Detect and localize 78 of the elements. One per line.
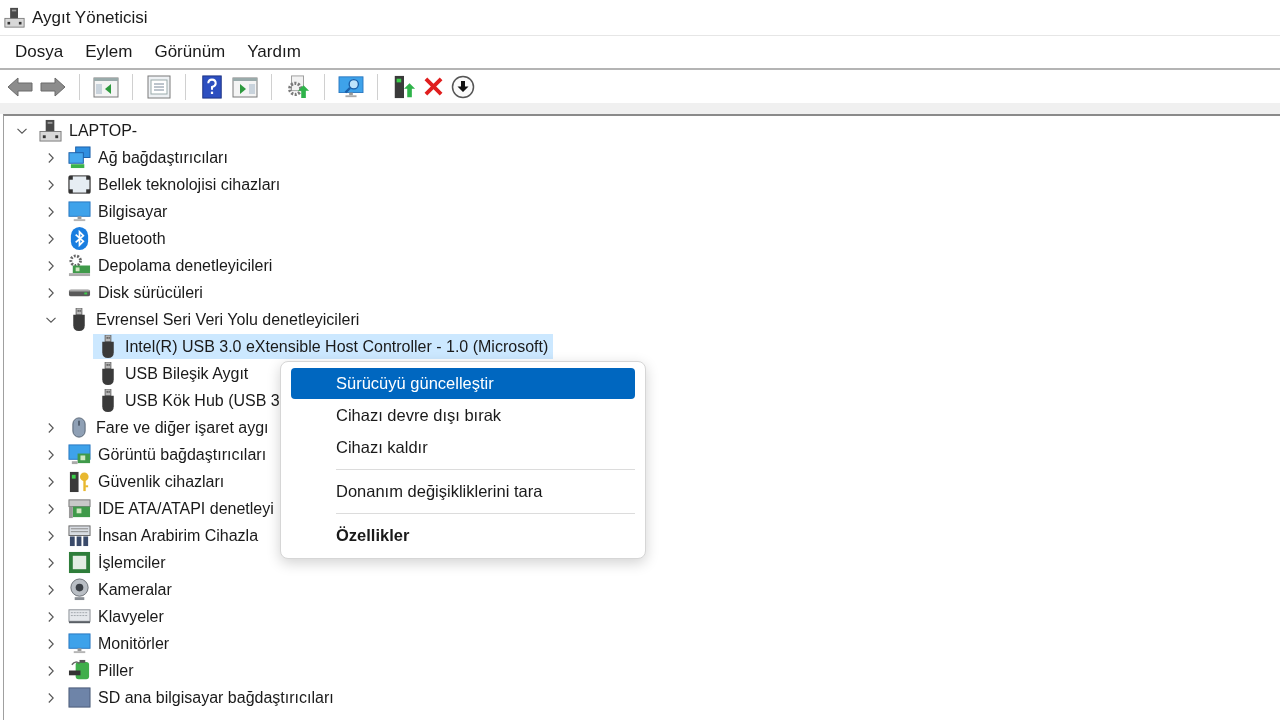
cross-icon[interactable] [424,77,443,96]
monitor-search-icon[interactable] [338,74,364,99]
usb-plug-icon [101,362,115,385]
chevron-icon[interactable] [46,692,56,703]
chevron-icon[interactable] [46,476,56,487]
usb-plug-icon [101,389,115,412]
tree-item[interactable]: Depolama denetleyicileri [64,253,278,278]
chevron-icon[interactable] [46,665,56,676]
chevron-icon[interactable] [46,584,56,595]
tree-item[interactable]: İnsan Arabirim Cihazla [64,523,264,548]
tree-item[interactable]: Klavyeler [64,604,169,629]
gear-arrow-icon[interactable] [285,74,311,99]
chevron-icon[interactable] [46,449,56,460]
chevron-icon[interactable] [46,503,56,514]
menu-item[interactable]: Yardım [236,42,312,62]
circuit-card-icon [68,497,91,520]
tree-item[interactable]: Piller [64,658,139,683]
computer-icon [4,7,25,28]
chevron-icon[interactable] [46,260,56,271]
menu-item[interactable]: Donanım değişikliklerini tara [291,476,635,507]
window-title: Aygıt Yöneticisi [32,7,148,28]
bluetooth-icon [68,227,91,250]
tree-item[interactable]: İşlemciler [64,550,171,575]
battery-plug-icon [68,659,91,682]
tree-item[interactable]: Monitörler [64,631,175,656]
tree-item[interactable]: Evrensel Seri Veri Yolu denetleyicileri [64,307,365,332]
tree-item[interactable]: Ağ bağdaştırıcıları [64,145,233,170]
menu-item[interactable]: Görünüm [143,42,237,62]
chevron-icon[interactable] [46,287,56,298]
tree-item[interactable]: Görüntü bağdaştırıcıları [64,442,272,467]
tree-item[interactable]: Intel(R) USB 3.0 eXtensible Host Controller - 1.0 (Microsoft) [93,334,554,359]
usb-plug-icon [72,308,86,331]
chevron-icon[interactable] [46,530,56,541]
tree-item[interactable]: Bluetooth [64,226,171,251]
gear-card-icon [68,254,91,277]
mouse-icon [72,416,86,439]
chevron-icon[interactable] [46,233,56,244]
usb-plug-icon [101,335,115,358]
menu-item[interactable]: Cihazı kaldır [291,432,635,463]
tree-item[interactable]: Kameralar [64,577,177,602]
key-tower-icon [68,470,91,493]
network-icon [68,146,91,169]
keyboard-plug-icon [68,524,91,547]
menu-item[interactable]: Cihazı devre dışı bırak [291,400,635,431]
menu-item[interactable]: Eylem [74,42,144,62]
menu-item[interactable]: Dosya [4,42,75,62]
pane-left-icon[interactable] [93,74,119,99]
monitor-icon [68,200,91,223]
chevron-icon[interactable] [46,152,56,163]
back-icon[interactable] [7,74,33,99]
tree-item[interactable]: USB Kök Hub (USB 3 [93,388,285,413]
tree-item[interactable]: USB Bileşik Aygıt [93,361,254,386]
webcam-icon [68,578,91,601]
menu-item[interactable]: Sürücüyü güncelleştir [291,368,635,399]
chevron-icon[interactable] [46,638,56,649]
tree-item[interactable]: Güvenlik cihazları [64,469,230,494]
computer-icon [39,119,62,142]
forward-icon[interactable] [40,74,66,99]
menu-item[interactable]: Özellikler [291,520,635,551]
pane-right-icon[interactable] [232,74,258,99]
tree-item[interactable]: Bilgisayar [64,199,173,224]
monitor-icon [68,632,91,655]
chevron-icon[interactable] [46,206,56,217]
chevron-icon[interactable] [46,611,56,622]
chip-icon [68,551,91,574]
help-icon[interactable] [199,74,225,99]
tree-item[interactable]: Bellek teknolojisi cihazları [64,172,286,197]
chevron-icon[interactable] [46,557,56,568]
chevron-icon[interactable] [46,179,56,190]
tree-item[interactable]: Fare ve diğer işaret aygı [64,415,274,440]
memory-icon [68,173,91,196]
tree-item[interactable]: LAPTOP- [35,118,143,143]
tree-item[interactable]: IDE ATA/ATAPI denetleyi [64,496,279,521]
display-adapter-icon [68,443,91,466]
tree-item[interactable]: Disk sürücüleri [64,280,208,305]
chevron-icon[interactable] [46,422,56,433]
tree-item[interactable]: SD ana bilgisayar bağdaştırıcıları [64,685,339,710]
card-icon [68,686,91,709]
